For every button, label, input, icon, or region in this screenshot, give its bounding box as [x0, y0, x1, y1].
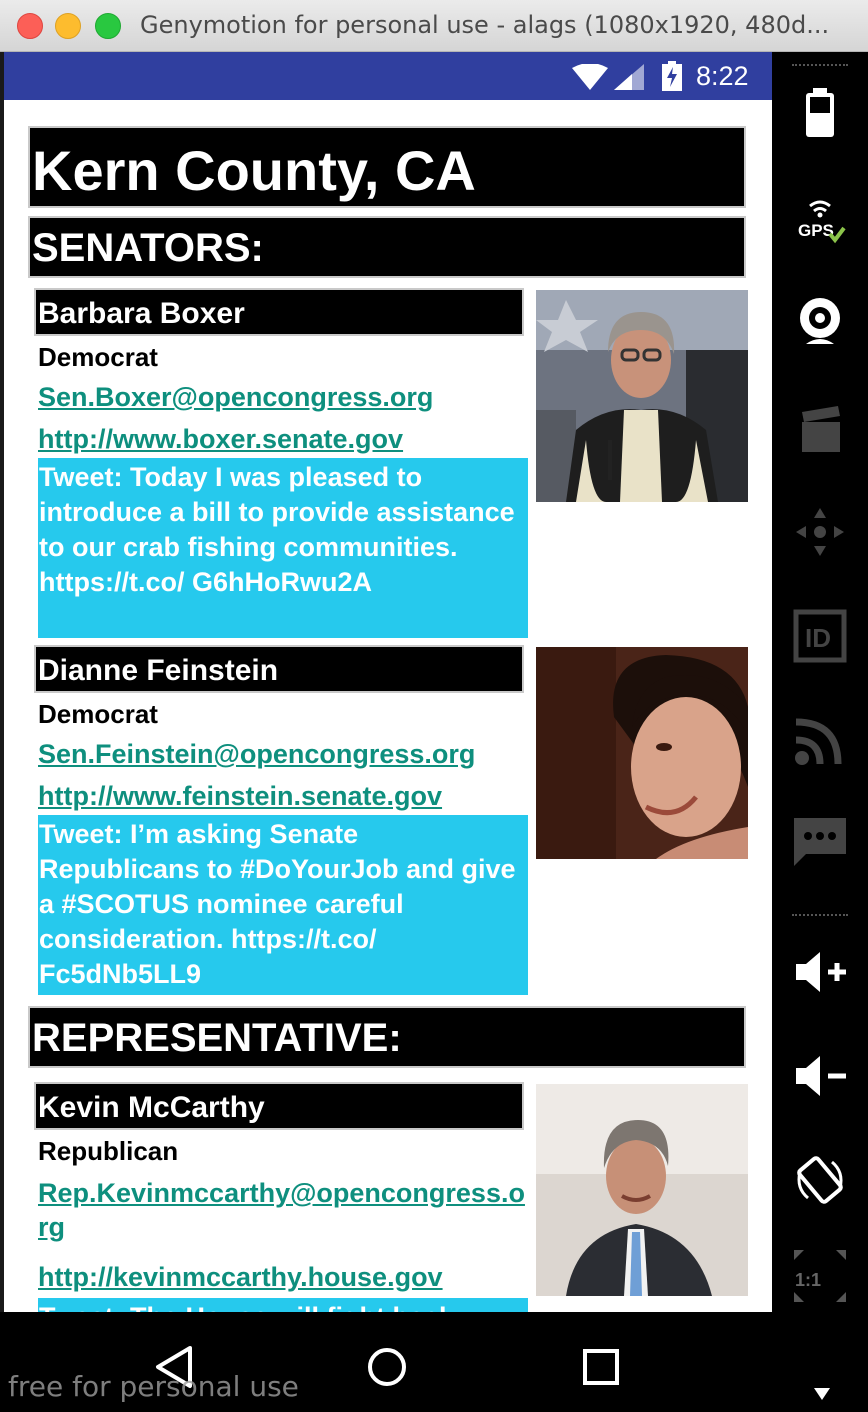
home-icon[interactable] [362, 1342, 412, 1392]
senators-header: SENATORS: [28, 216, 746, 278]
email-link[interactable]: Sen.Feinstein@opencongress.org [38, 739, 475, 770]
status-bar: 8:22 [4, 52, 772, 100]
website-link[interactable]: http://www.feinstein.senate.gov [38, 781, 442, 812]
tweet-text: Tweet: I’m asking Senate Republicans to … [38, 815, 528, 995]
legislator-name: Dianne Feinstein [34, 645, 524, 693]
wifi-icon [572, 64, 608, 90]
media-icon [792, 400, 848, 456]
sms-icon [792, 814, 848, 870]
app-content[interactable]: Kern County, CA SENATORS: Barbara Boxer … [4, 100, 772, 1312]
webcam-icon[interactable] [792, 294, 848, 350]
county-title: Kern County, CA [28, 126, 746, 208]
status-time: 8:22 [696, 61, 749, 91]
gps-icon[interactable]: GPS [792, 192, 848, 248]
toolbar-divider [792, 914, 848, 916]
signal-icon [614, 64, 644, 90]
legislator-name: Barbara Boxer [34, 288, 524, 336]
website-link[interactable]: http://www.boxer.senate.gov [38, 424, 403, 455]
party-label: Republican [38, 1136, 179, 1166]
battery-icon[interactable] [792, 84, 848, 140]
id-icon: ID [792, 608, 848, 664]
scale-label: 1:1 [795, 1270, 822, 1290]
cast-icon [792, 712, 848, 768]
tweet-text: Tweet: Today I was pleased to introduce … [38, 458, 528, 638]
email-link[interactable]: Sen.Boxer@opencongress.org [38, 382, 433, 413]
party-label: Democrat [38, 699, 158, 729]
genymotion-toolbar: GPS ID 1:1 [772, 52, 868, 1312]
recents-icon[interactable] [576, 1342, 626, 1392]
rotate-icon[interactable] [792, 1152, 848, 1208]
svg-text:GPS: GPS [798, 221, 834, 240]
volume-down-icon[interactable] [792, 1048, 848, 1104]
dpad-icon [792, 504, 848, 560]
svg-text:ID: ID [805, 623, 831, 653]
device-screen: 8:22 Kern County, CA SENATORS: Barbara B… [0, 52, 772, 1312]
legislator-photo [536, 647, 748, 859]
toolbar-divider [792, 64, 848, 66]
maximize-window-button[interactable] [95, 13, 121, 39]
close-window-button[interactable] [17, 13, 43, 39]
legislator-photo [536, 290, 748, 502]
battery-charging-icon [662, 61, 682, 91]
chevron-down-icon[interactable] [814, 1388, 830, 1400]
tweet-text: Tweet: The House will fight back [38, 1298, 528, 1312]
watermark: free for personal use [8, 1370, 299, 1403]
website-link[interactable]: http://kevinmccarthy.house.gov [38, 1262, 443, 1293]
party-label: Democrat [38, 342, 158, 372]
window-title: Genymotion for personal use - alags (108… [140, 11, 830, 39]
representative-header: REPRESENTATIVE: [28, 1006, 746, 1068]
minimize-window-button[interactable] [55, 13, 81, 39]
window-title-bar: Genymotion for personal use - alags (108… [0, 0, 868, 52]
legislator-photo [536, 1084, 748, 1296]
volume-up-icon[interactable] [792, 944, 848, 1000]
legislator-name: Kevin McCarthy [34, 1082, 524, 1130]
email-link[interactable]: Rep.Kevinmccarthy@opencongress.org [38, 1176, 530, 1244]
